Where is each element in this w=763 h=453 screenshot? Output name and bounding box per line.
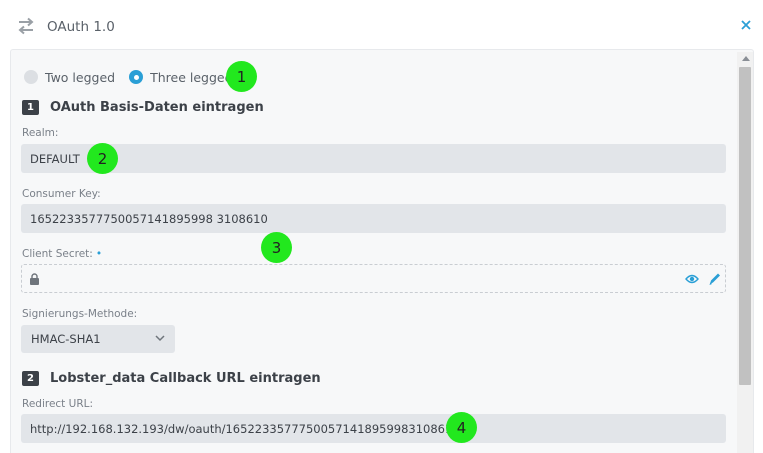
radio-checked-icon [129,70,144,84]
redirect-url-label: Redirect URL: [22,398,94,410]
consumer-key-label: Consumer Key: [22,188,101,200]
chevron-down-icon [155,335,165,342]
annotation-marker-4: 4 [446,412,477,443]
radio-three-legged[interactable]: Three legged [129,70,233,85]
consumer-key-input[interactable]: 1652233577750057141895998 3108610 [21,204,726,233]
signature-method-select[interactable]: HMAC-SHA1 [21,325,175,353]
auth-type-radio-group: Two legged Three legged [24,67,247,87]
scroll-up-icon[interactable] [742,56,750,61]
radio-two-legged[interactable]: Two legged [24,70,115,85]
realm-input[interactable]: DEFAULT [21,144,726,173]
section-2-title: Lobster_data Callback URL eintragen [50,371,321,386]
lock-icon [30,273,39,285]
close-icon[interactable] [739,18,753,32]
annotation-marker-1: 1 [226,61,257,92]
section-2-header: 2 Lobster_data Callback URL eintragen [22,371,321,386]
redirect-url-input[interactable]: http://192.168.132.193/dw/oauth/16522335… [21,414,726,443]
section-1-number: 1 [22,100,39,115]
oauth-dialog: OAuth 1.0 Two legged Three legged 1 1 OA… [0,0,763,453]
client-secret-input[interactable] [21,264,726,293]
pencil-icon[interactable] [708,272,721,286]
realm-label: Realm: [22,127,59,139]
client-secret-label: Client Secret: • [22,248,103,260]
eye-icon[interactable] [685,273,699,285]
scrollbar-thumb[interactable] [739,67,751,385]
annotation-marker-3: 3 [261,232,292,263]
required-indicator: • [95,248,103,260]
radio-unchecked-icon [24,70,38,84]
section-2-number: 2 [22,371,39,386]
section-1-header: 1 OAuth Basis-Daten eintragen [22,100,264,115]
swap-arrows-icon [18,17,34,35]
signature-method-label: Signierungs-Methode: [22,308,138,320]
section-1-title: OAuth Basis-Daten eintragen [50,100,264,115]
annotation-marker-2: 2 [87,143,118,174]
dialog-title: OAuth 1.0 [47,19,115,35]
dialog-header: OAuth 1.0 [0,0,763,48]
